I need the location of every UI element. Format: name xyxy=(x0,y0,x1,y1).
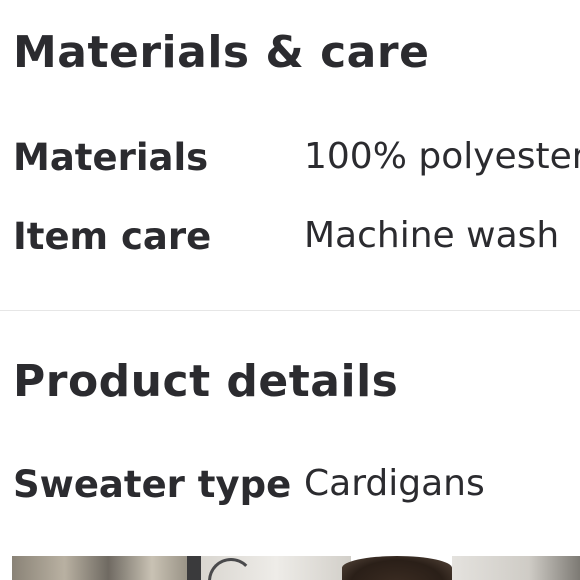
materials-label: Materials xyxy=(13,136,209,179)
section-divider xyxy=(0,310,580,311)
materials-row: Materials 100% polyester xyxy=(0,136,580,186)
materials-care-heading: Materials & care xyxy=(13,27,430,78)
photo-background-right xyxy=(452,556,580,580)
photo-background-left xyxy=(12,556,187,580)
sweater-type-row: Sweater type Cardigans xyxy=(0,463,580,513)
photo-model-hair xyxy=(342,556,452,580)
item-care-value: Machine wash xyxy=(304,215,560,256)
sweater-type-value: Cardigans xyxy=(304,463,485,504)
item-care-row: Item care Machine wash xyxy=(0,215,580,265)
item-care-label: Item care xyxy=(13,215,212,258)
product-photo[interactable] xyxy=(12,556,580,580)
photo-pole xyxy=(187,556,201,580)
product-details-heading: Product details xyxy=(13,356,399,407)
sweater-type-label: Sweater type xyxy=(13,463,292,506)
materials-value: 100% polyester xyxy=(304,136,580,177)
